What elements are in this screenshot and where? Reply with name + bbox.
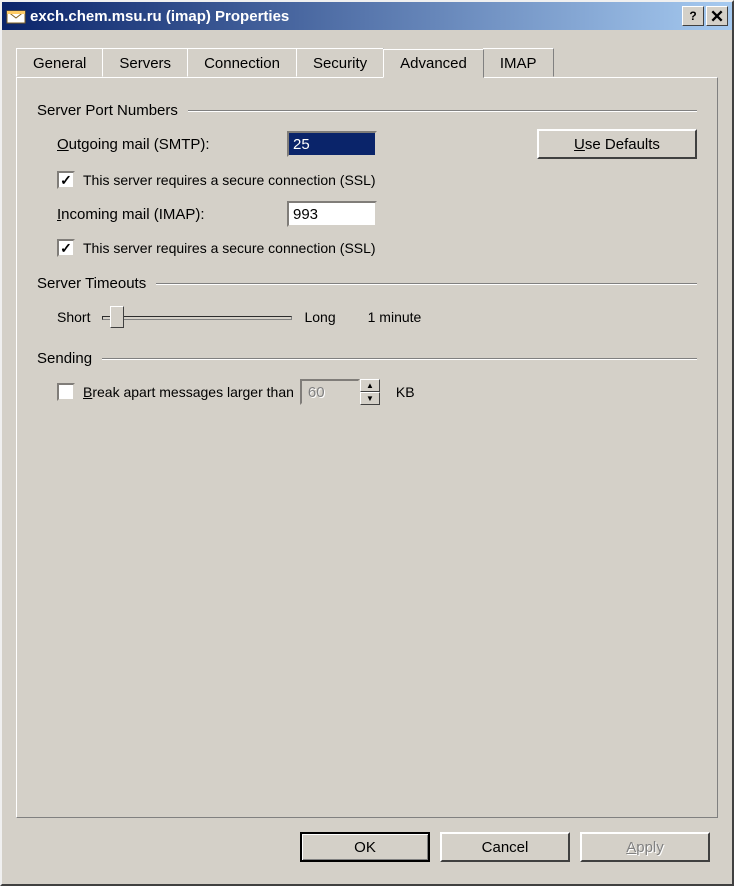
- slider-thumb[interactable]: [110, 306, 124, 328]
- spin-up-button[interactable]: ▲: [360, 379, 380, 392]
- apply-button[interactable]: Apply: [580, 832, 710, 862]
- sending-legend: Sending: [37, 350, 92, 367]
- outgoing-mail-label: Outgoing mail (SMTP):: [57, 136, 287, 153]
- kb-label: KB: [396, 384, 415, 400]
- server-port-group: Server Port Numbers Outgoing mail (SMTP)…: [37, 102, 697, 257]
- advanced-panel: Server Port Numbers Outgoing mail (SMTP)…: [16, 77, 718, 818]
- tab-advanced[interactable]: Advanced: [383, 49, 484, 78]
- sending-group: Sending Break apart messages larger than…: [37, 350, 697, 405]
- tab-imap[interactable]: IMAP: [483, 48, 554, 77]
- outgoing-port-input[interactable]: [287, 131, 377, 157]
- timeout-long-label: Long: [304, 309, 335, 325]
- dialog-footer: OK Cancel Apply: [16, 818, 718, 870]
- spin-down-button[interactable]: ▼: [360, 392, 380, 405]
- dialog-content: General Servers Connection Security Adva…: [2, 30, 732, 884]
- timeout-slider[interactable]: [102, 302, 292, 332]
- ssl-smtp-label: This server requires a secure connection…: [83, 172, 376, 188]
- server-timeouts-group: Server Timeouts Short Long 1 minute: [37, 275, 697, 332]
- ssl-imap-checkbox[interactable]: [57, 239, 75, 257]
- tab-security[interactable]: Security: [296, 48, 384, 77]
- tab-general[interactable]: General: [16, 48, 103, 77]
- window-title: exch.chem.msu.ru (imap) Properties: [30, 8, 682, 25]
- break-apart-label: Break apart messages larger than: [83, 384, 294, 400]
- ok-button[interactable]: OK: [300, 832, 430, 862]
- break-size-input: [300, 379, 360, 405]
- tab-servers[interactable]: Servers: [102, 48, 188, 77]
- timeout-short-label: Short: [57, 309, 90, 325]
- incoming-mail-label: Incoming mail (IMAP):: [57, 206, 287, 223]
- close-button[interactable]: [706, 6, 728, 26]
- cancel-button[interactable]: Cancel: [440, 832, 570, 862]
- ssl-smtp-checkbox[interactable]: [57, 171, 75, 189]
- titlebar[interactable]: exch.chem.msu.ru (imap) Properties ?: [2, 2, 732, 30]
- tab-area: General Servers Connection Security Adva…: [16, 48, 718, 818]
- tab-strip: General Servers Connection Security Adva…: [16, 48, 718, 77]
- incoming-port-input[interactable]: [287, 201, 377, 227]
- mail-icon: [6, 6, 26, 26]
- help-button[interactable]: ?: [682, 6, 704, 26]
- server-port-legend: Server Port Numbers: [37, 102, 178, 119]
- properties-dialog: exch.chem.msu.ru (imap) Properties ? Gen…: [0, 0, 734, 886]
- break-apart-checkbox[interactable]: [57, 383, 75, 401]
- timeout-value: 1 minute: [368, 309, 422, 325]
- timeouts-legend: Server Timeouts: [37, 275, 146, 292]
- tab-connection[interactable]: Connection: [187, 48, 297, 77]
- ssl-imap-label: This server requires a secure connection…: [83, 240, 376, 256]
- title-buttons: ?: [682, 6, 728, 26]
- use-defaults-button[interactable]: Use Defaults: [537, 129, 697, 159]
